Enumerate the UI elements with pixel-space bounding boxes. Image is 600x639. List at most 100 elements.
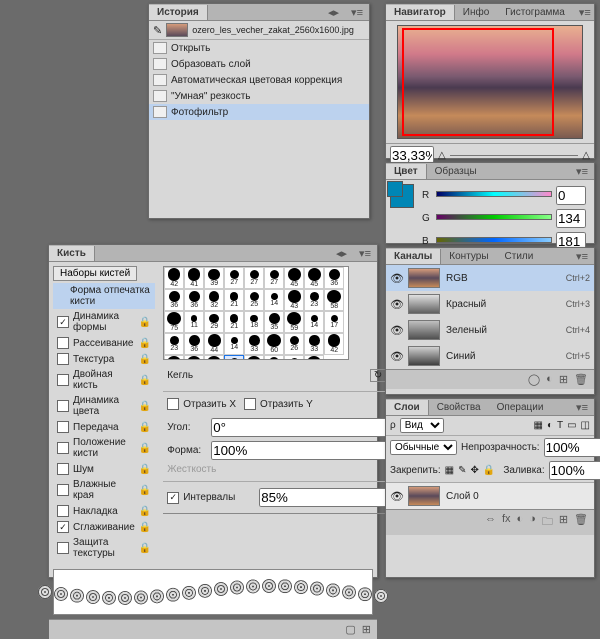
brush-preset[interactable]: 14 [264, 289, 284, 311]
lock-icon[interactable]: 🔒 [139, 464, 151, 475]
brush-preset[interactable]: 27 [284, 355, 304, 360]
tab-Каналы[interactable]: Каналы [386, 249, 441, 264]
option-checkbox[interactable] [57, 353, 69, 365]
brush-option[interactable]: Рассеивание🔒 [53, 335, 155, 351]
brush-option[interactable]: Двойная кисть🔒 [53, 367, 155, 393]
brush-option[interactable]: Передача🔒 [53, 419, 155, 435]
option-checkbox[interactable]: ✓ [57, 316, 69, 328]
channel-row[interactable]: 👁КрасныйCtrl+3 [386, 291, 594, 317]
brush-preset[interactable]: 55 [164, 355, 184, 360]
filter-type-icon[interactable]: T [557, 420, 563, 431]
brush-preset[interactable]: 36 [164, 289, 184, 311]
adjustment-icon[interactable]: ◑ [529, 513, 536, 532]
brush-preset[interactable]: 14 [224, 333, 244, 355]
lock-icon[interactable]: 🔒 [139, 338, 151, 349]
zoom-in-icon[interactable]: △ [582, 150, 590, 161]
lock-icon[interactable]: 🔒 [139, 401, 151, 412]
delete-icon[interactable]: 🗑 [574, 373, 588, 386]
brush-preset[interactable]: 26 [284, 333, 304, 355]
brush-preset[interactable]: 70 [184, 355, 204, 360]
fill-input[interactable] [549, 461, 600, 480]
close-icon[interactable]: ◂▸ [322, 4, 345, 21]
tab-Образцы[interactable]: Образцы [427, 164, 485, 179]
tab-Стили[interactable]: Стили [497, 249, 542, 264]
brush-option[interactable]: Накладка🔒 [53, 503, 155, 519]
option-checkbox[interactable] [57, 421, 69, 433]
option-checkbox[interactable] [57, 374, 69, 386]
brush-preset[interactable]: 45 [304, 267, 324, 289]
load-selection-icon[interactable]: ◯ [528, 373, 540, 386]
menu-icon[interactable]: ▾≡ [573, 4, 597, 21]
filter-icon[interactable]: ρ [390, 420, 396, 431]
channel-row[interactable]: 👁СинийCtrl+5 [386, 343, 594, 369]
history-item[interactable]: Фотофильтр [149, 104, 369, 120]
shape-input[interactable] [211, 441, 392, 460]
spacing-checkbox[interactable]: ✓ [167, 492, 179, 504]
tab-Слои[interactable]: Слои [386, 400, 429, 415]
color-swatch[interactable] [390, 184, 414, 208]
history-item[interactable]: Автоматическая цветовая коррекция [149, 72, 369, 88]
brush-preset[interactable]: 27 [264, 267, 284, 289]
tab-Инфо[interactable]: Инфо [455, 5, 498, 20]
brush-preset[interactable]: 39 [204, 267, 224, 289]
layer-row[interactable]: 👁 Слой 0 [386, 483, 594, 509]
flip-x-checkbox[interactable] [167, 398, 179, 410]
history-item[interactable]: Открыть [149, 40, 369, 56]
brush-preset[interactable]: 21 [224, 311, 244, 333]
brush-preset[interactable]: 50 [304, 355, 324, 360]
lock-icon[interactable]: 🔒 [139, 422, 151, 433]
save-selection-icon[interactable]: ◐ [546, 373, 553, 386]
history-source-row[interactable]: ✎ ozero_les_vecher_zakat_2560x1600.jpg [149, 21, 369, 40]
brush-grid[interactable]: 4241392727274545363636322125144323587511… [163, 266, 349, 360]
brush-preset[interactable]: 21 [224, 289, 244, 311]
brush-preset[interactable]: 18 [244, 311, 264, 333]
new-channel-icon[interactable]: ⊞ [559, 373, 568, 386]
brush-preset[interactable]: 50 [204, 355, 224, 360]
angle-input[interactable] [211, 418, 392, 437]
brush-option[interactable]: Влажные края🔒 [53, 477, 155, 503]
brush-option[interactable]: Текстура🔒 [53, 351, 155, 367]
brush-option[interactable]: Защита текстуры🔒 [53, 535, 155, 561]
brush-preset[interactable]: 36 [184, 289, 204, 311]
filter-smart-icon[interactable]: ◫ [581, 420, 590, 431]
lock-icon[interactable]: 🔒 [139, 506, 151, 517]
brush-preset[interactable]: 23 [304, 289, 324, 311]
navigator-viewport[interactable] [402, 28, 554, 136]
close-icon[interactable]: ◂▸ [330, 245, 353, 262]
brush-presets-button[interactable]: Наборы кистей [53, 266, 137, 281]
option-checkbox[interactable] [57, 484, 69, 496]
layer-name[interactable]: Слой 0 [446, 491, 479, 502]
filter-adjust-icon[interactable]: ◐ [547, 420, 553, 431]
brush-preset[interactable]: 35 [264, 311, 284, 333]
option-checkbox[interactable]: ✓ [57, 521, 69, 533]
tab-Цвет[interactable]: Цвет [386, 164, 427, 179]
brush-preset[interactable]: 58 [324, 289, 344, 311]
brush-preset[interactable]: 29 [204, 311, 224, 333]
option-checkbox[interactable] [57, 442, 69, 454]
option-checkbox[interactable] [57, 337, 69, 349]
brush-preset[interactable]: 33 [244, 333, 264, 355]
kind-select[interactable]: Вид [400, 418, 444, 433]
brush-preset[interactable]: 44 [204, 333, 224, 355]
lock-move-icon[interactable]: ✥ [471, 465, 479, 476]
brush-preset[interactable]: 31 [264, 355, 284, 360]
brush-option[interactable]: Форма отпечатка кисти [53, 283, 155, 309]
eye-icon[interactable]: 👁 [390, 350, 404, 363]
blend-mode-select[interactable]: Обычные [390, 440, 457, 455]
brush-option[interactable]: Динамика цвета🔒 [53, 393, 155, 419]
zoom-slider[interactable] [450, 151, 579, 161]
new-preset-icon[interactable]: ⊞ [362, 623, 371, 636]
lock-brush-icon[interactable]: ✎ [458, 465, 466, 476]
brush-preset[interactable]: 43 [284, 289, 304, 311]
brush-option[interactable]: Положение кисти🔒 [53, 435, 155, 461]
eye-icon[interactable]: 👁 [390, 324, 404, 337]
opacity-input[interactable] [544, 438, 600, 457]
brush-preset[interactable]: 25 [224, 355, 244, 360]
fx-icon[interactable]: fx [502, 513, 511, 532]
brush-preset[interactable]: 36 [324, 267, 344, 289]
history-item[interactable]: Образовать слой [149, 56, 369, 72]
lock-icon[interactable]: 🔒 [139, 522, 151, 533]
history-tab[interactable]: История [149, 5, 208, 20]
tab-Гистограмма[interactable]: Гистограмма [497, 5, 573, 20]
brush-preset[interactable]: 75 [164, 311, 184, 333]
